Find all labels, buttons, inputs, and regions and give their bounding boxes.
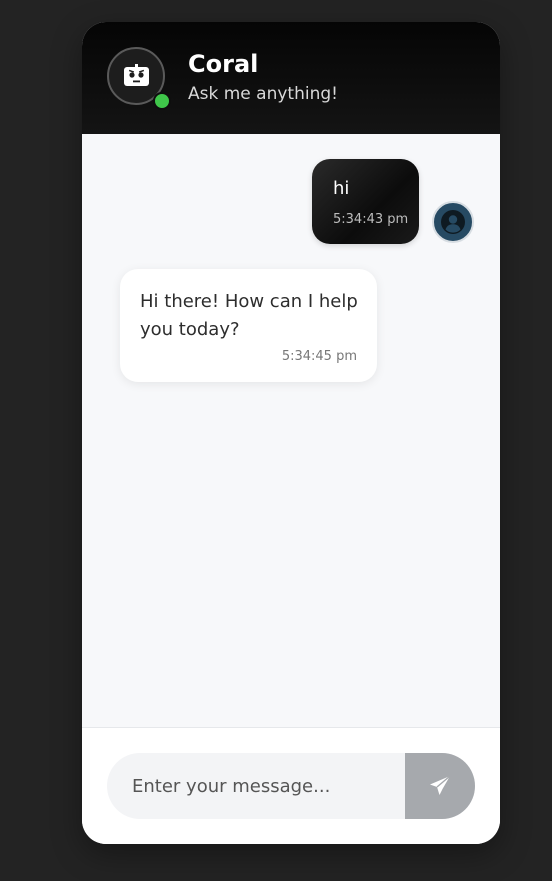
robot-icon — [124, 64, 149, 86]
message-input[interactable] — [107, 753, 405, 819]
bot-message-bubble: Hi there! How can I help you today? 5:34… — [120, 269, 377, 382]
message-text: hi — [333, 178, 350, 199]
user-message-bubble: hi 5:34:43 pm — [312, 159, 419, 244]
message-list[interactable]: hi 5:34:43 pm Hi there! How can I help y… — [82, 134, 500, 727]
composer-input-group — [107, 753, 475, 819]
online-status-dot — [153, 92, 171, 110]
user-avatar — [432, 201, 474, 243]
message-timestamp: 5:34:43 pm — [333, 212, 409, 227]
bot-tagline: Ask me anything! — [188, 84, 338, 104]
user-circle-icon — [441, 210, 465, 234]
bot-name: Coral — [188, 50, 259, 78]
paper-plane-icon — [430, 775, 451, 795]
message-composer — [82, 727, 500, 844]
send-button[interactable] — [405, 753, 475, 819]
chat-window: Coral Ask me anything! hi 5:34:43 pm Hi … — [82, 22, 500, 844]
message-text: Hi there! How can I help you today? — [140, 291, 358, 340]
message-timestamp: 5:34:45 pm — [281, 349, 357, 364]
bot-avatar — [107, 47, 171, 110]
chat-header: Coral Ask me anything! — [82, 22, 500, 134]
